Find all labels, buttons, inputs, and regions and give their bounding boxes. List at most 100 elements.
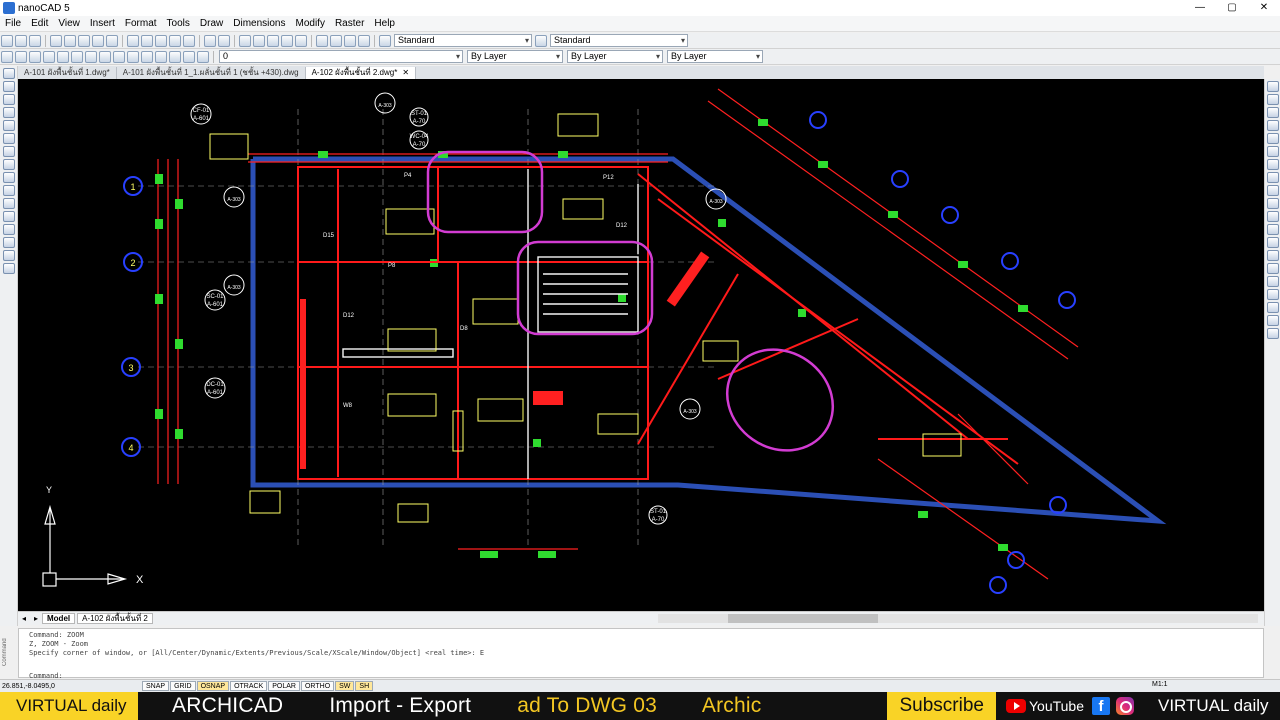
menu-file[interactable]: File — [0, 16, 26, 32]
layer-walk-icon[interactable] — [99, 50, 111, 63]
publish-icon[interactable] — [78, 34, 90, 47]
offset-icon[interactable] — [1266, 120, 1279, 131]
dim-style-icon[interactable] — [535, 34, 547, 47]
otrack-toggle[interactable]: OTRACK — [230, 681, 268, 691]
stretch-icon[interactable] — [1266, 185, 1279, 196]
move-icon[interactable] — [1266, 146, 1279, 157]
save-icon[interactable] — [29, 34, 41, 47]
annotation-scale[interactable]: M1:1 — [1152, 681, 1168, 688]
chamfer-icon[interactable] — [1266, 250, 1279, 261]
layer-delete-icon[interactable] — [155, 50, 167, 63]
copy-object-icon[interactable] — [1266, 94, 1279, 105]
layer-previous-icon[interactable] — [15, 50, 27, 63]
paste-icon[interactable] — [155, 34, 167, 47]
menu-modify[interactable]: Modify — [291, 16, 330, 32]
plot-icon[interactable] — [92, 34, 104, 47]
menu-insert[interactable]: Insert — [85, 16, 120, 32]
subscribe-button[interactable]: Subscribe — [887, 692, 996, 720]
dim-style-select[interactable]: Standard — [550, 34, 688, 47]
menu-dimensions[interactable]: Dimensions — [228, 16, 290, 32]
pan-icon[interactable] — [239, 34, 251, 47]
ellipse-icon[interactable] — [2, 133, 15, 144]
maximize-button[interactable]: ▢ — [1216, 0, 1248, 16]
linetype-select[interactable]: By Layer — [567, 50, 663, 63]
menu-edit[interactable]: Edit — [26, 16, 53, 32]
arc-icon[interactable] — [2, 94, 15, 105]
line-icon[interactable] — [2, 68, 15, 79]
zoom-realtime-icon[interactable] — [253, 34, 265, 47]
polar-toggle[interactable]: POLAR — [268, 681, 300, 691]
lengthen-icon[interactable] — [1266, 289, 1279, 300]
layer-match-icon[interactable] — [113, 50, 125, 63]
settings-icon[interactable] — [106, 34, 118, 47]
color-select[interactable]: By Layer — [467, 50, 563, 63]
osnap-toggle[interactable]: OSNAP — [196, 681, 230, 691]
text-style-select[interactable]: Standard — [394, 34, 532, 47]
menu-draw[interactable]: Draw — [195, 16, 228, 32]
zoom-extents-icon[interactable] — [281, 34, 293, 47]
prev-layout-icon[interactable]: ◂ — [18, 614, 30, 623]
print-preview-icon[interactable] — [64, 34, 76, 47]
layer-current-icon[interactable] — [169, 50, 181, 63]
zoom-window-icon[interactable] — [267, 34, 279, 47]
extend-icon[interactable] — [1266, 211, 1279, 222]
lineweight-select[interactable]: By Layer — [667, 50, 763, 63]
tab-model[interactable]: Model — [42, 613, 76, 624]
explode-icon[interactable] — [1266, 276, 1279, 287]
ungroup-icon[interactable] — [1266, 328, 1279, 339]
minimize-button[interactable]: — — [1184, 0, 1216, 16]
group-icon[interactable] — [1266, 315, 1279, 326]
open-file-icon[interactable] — [15, 34, 27, 47]
align-icon[interactable] — [1266, 302, 1279, 313]
menu-help[interactable]: Help — [369, 16, 400, 32]
layer-on-icon[interactable] — [197, 50, 209, 63]
distance-icon[interactable] — [316, 34, 328, 47]
rotate-icon[interactable] — [1266, 159, 1279, 170]
zoom-previous-icon[interactable] — [295, 34, 307, 47]
ortho-toggle[interactable]: ORTHO — [300, 681, 335, 691]
spline-icon[interactable] — [2, 146, 15, 157]
point-icon[interactable] — [2, 159, 15, 170]
region-icon[interactable] — [2, 185, 15, 196]
facebook-icon[interactable]: f — [1092, 697, 1110, 715]
layer-change-icon[interactable] — [127, 50, 139, 63]
fillet-icon[interactable] — [1266, 263, 1279, 274]
layer-lock-icon[interactable] — [85, 50, 97, 63]
new-file-icon[interactable] — [1, 34, 13, 47]
scrollbar-thumb[interactable] — [728, 614, 878, 623]
layer-merge-icon[interactable] — [141, 50, 153, 63]
layer-isolate-icon[interactable] — [43, 50, 55, 63]
insert-block-icon[interactable] — [2, 224, 15, 235]
match-properties-icon[interactable] — [183, 34, 195, 47]
menu-format[interactable]: Format — [120, 16, 162, 32]
break-icon[interactable] — [1266, 224, 1279, 235]
help-icon[interactable] — [358, 34, 370, 47]
cut-icon[interactable] — [127, 34, 139, 47]
snap-toggle[interactable]: SNAP — [142, 681, 170, 691]
table-icon[interactable] — [2, 198, 15, 209]
rectangle-icon[interactable] — [2, 107, 15, 118]
print-icon[interactable] — [50, 34, 62, 47]
text-style-icon[interactable] — [379, 34, 391, 47]
layer-freeze-icon[interactable] — [57, 50, 69, 63]
tab-a101[interactable]: A-101 ผังพื้นชั้นที่ 1.dwg* — [18, 67, 117, 79]
layer-state-icon[interactable] — [29, 50, 41, 63]
scale-icon[interactable] — [1266, 172, 1279, 183]
join-icon[interactable] — [1266, 237, 1279, 248]
menu-view[interactable]: View — [53, 16, 85, 32]
copy-icon[interactable] — [141, 34, 153, 47]
close-tab-icon[interactable]: ✕ — [402, 68, 409, 77]
layer-thaw-icon[interactable] — [183, 50, 195, 63]
command-window[interactable]: Command: ZOOM Z, ZOOM - Zoom Specify cor… — [18, 628, 1264, 680]
next-layout-icon[interactable]: ▸ — [30, 614, 42, 623]
properties-icon[interactable] — [344, 34, 356, 47]
sw-toggle[interactable]: SW — [335, 681, 355, 691]
erase-icon[interactable] — [1266, 81, 1279, 92]
redo-icon[interactable] — [218, 34, 230, 47]
polyline-icon[interactable] — [2, 81, 15, 92]
mirror-icon[interactable] — [1266, 107, 1279, 118]
text-icon[interactable] — [2, 263, 15, 274]
grid-toggle[interactable]: GRID — [170, 681, 196, 691]
paste-special-icon[interactable] — [169, 34, 181, 47]
circle-icon[interactable] — [2, 120, 15, 131]
